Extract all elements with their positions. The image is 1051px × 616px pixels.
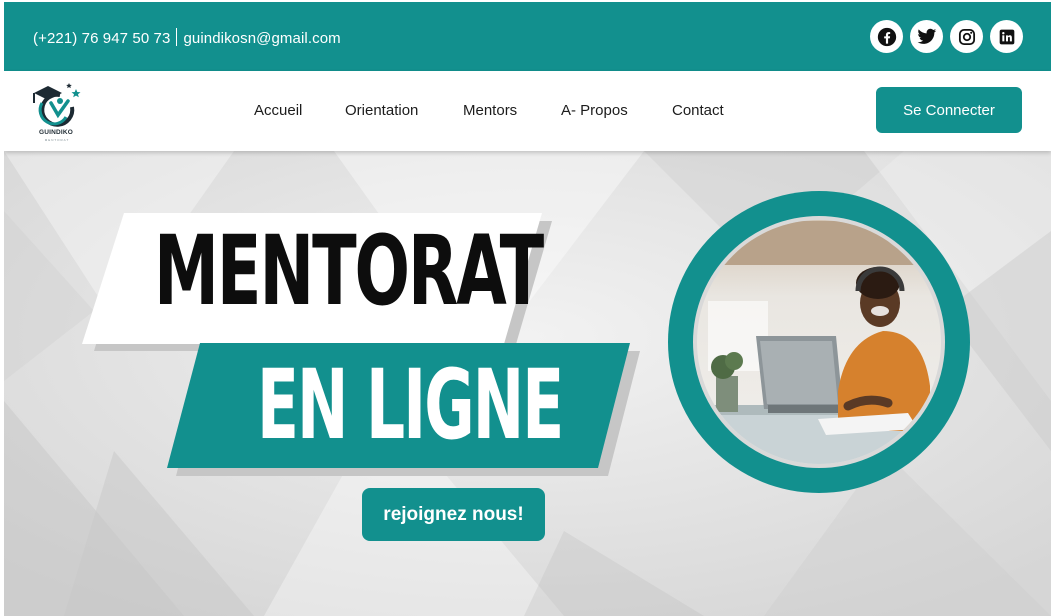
contact-info: (+221) 76 947 50 73 guindikosn@gmail.com — [33, 28, 341, 47]
email-address[interactable]: guindikosn@gmail.com — [183, 30, 340, 47]
facebook-icon[interactable] — [870, 20, 903, 53]
brand-name: GUINDIKO — [38, 129, 74, 136]
nav-item-accueil[interactable]: Accueil — [254, 102, 302, 119]
login-button[interactable]: Se Connecter — [876, 87, 1022, 133]
hero-title-line2: EN LIGNE — [257, 349, 564, 461]
twitter-icon[interactable] — [910, 20, 943, 53]
hero-photo — [668, 191, 970, 493]
join-us-button[interactable]: rejoignez nous! — [362, 488, 545, 541]
nav-item-a-propos[interactable]: A- Propos — [561, 102, 628, 119]
phone-number[interactable]: (+221) 76 947 50 73 — [33, 30, 170, 47]
brand-tagline: MENTORAT — [44, 138, 70, 142]
instagram-icon[interactable] — [950, 20, 983, 53]
brand-logo[interactable]: GUINDIKO MENTORAT — [30, 81, 86, 143]
divider — [176, 28, 178, 46]
nav-item-orientation[interactable]: Orientation — [345, 102, 418, 119]
page: (+221) 76 947 50 73 guindikosn@gmail.com — [4, 2, 1051, 616]
nav-item-contact[interactable]: Contact — [672, 102, 724, 119]
main-navigation: GUINDIKO MENTORAT Accueil Orientation Me… — [4, 71, 1051, 151]
nav-item-mentors[interactable]: Mentors — [463, 102, 517, 119]
hero-banner: MENTORAT EN LIGNE rejoignez nous! — [4, 151, 1051, 616]
top-contact-bar: (+221) 76 947 50 73 guindikosn@gmail.com — [4, 2, 1051, 71]
linkedin-icon[interactable] — [990, 20, 1023, 53]
hero-title-line1: MENTORAT — [154, 215, 544, 327]
